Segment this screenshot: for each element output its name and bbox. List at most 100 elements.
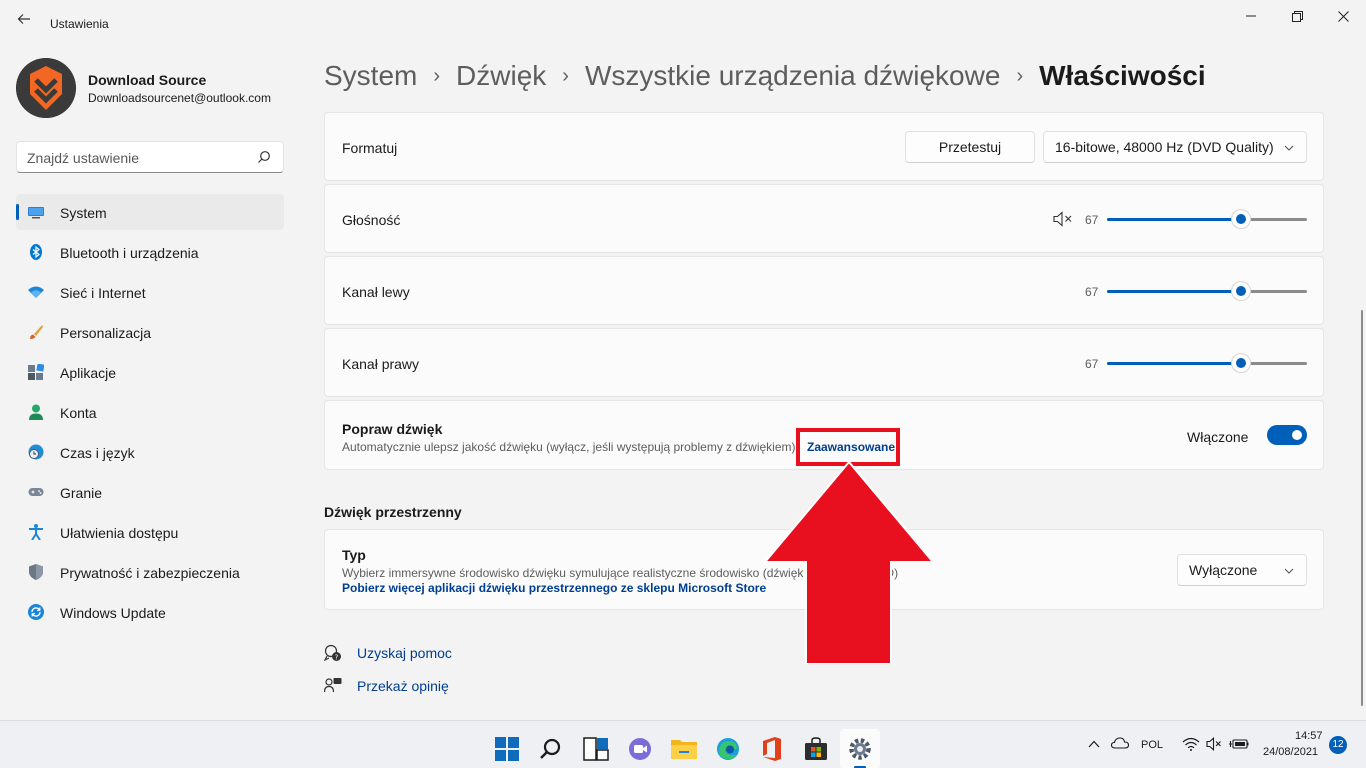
onedrive-icon[interactable] <box>1111 737 1129 749</box>
minimize-button[interactable] <box>1228 0 1274 32</box>
close-button[interactable] <box>1320 0 1366 32</box>
slider-thumb[interactable] <box>1231 281 1251 301</box>
slider-fill <box>1107 218 1241 221</box>
chat-icon <box>629 738 651 760</box>
file-explorer-button[interactable] <box>664 729 704 768</box>
user-name: Download Source <box>88 72 207 88</box>
sidebar-item-privacy[interactable]: Prywatność i zabezpieczenia <box>16 554 284 590</box>
format-dropdown-value: 16-bitowe, 48000 Hz (DVD Quality) <box>1055 139 1274 155</box>
app-title: Ustawienia <box>50 17 109 31</box>
taskbar-search-button[interactable] <box>531 729 571 768</box>
minimize-icon <box>1246 15 1256 17</box>
sidebar-item-personalization[interactable]: Personalizacja <box>16 314 284 350</box>
battery-plugged-icon[interactable] <box>1229 737 1249 751</box>
spatial-type-dropdown[interactable]: Wyłączone <box>1177 554 1307 586</box>
user-email: Downloadsourcenet@outlook.com <box>88 91 271 105</box>
bluetooth-icon <box>30 244 42 260</box>
settings-taskbar-button[interactable] <box>840 729 880 768</box>
store-link[interactable]: Pobierz więcej aplikacji dźwięku przestr… <box>342 581 766 595</box>
volume-value: 67 <box>1085 213 1099 227</box>
office-button[interactable] <box>752 729 792 768</box>
start-button[interactable] <box>487 729 527 768</box>
display-icon <box>28 207 44 219</box>
avatar[interactable] <box>16 58 76 118</box>
volume-card: Głośność 67 <box>324 184 1324 253</box>
breadcrumb-item-all-devices[interactable]: Wszystkie urządzenia dźwiękowe <box>585 60 1001 92</box>
sidebar-item-system[interactable]: System <box>16 194 284 230</box>
left-channel-card: Kanał lewy 67 <box>324 256 1324 325</box>
search-box[interactable] <box>16 141 284 173</box>
feedback-row[interactable]: Przekaż opinię <box>324 676 449 696</box>
search-icon <box>258 151 270 163</box>
sidebar-item-label: Prywatność i zabezpieczenia <box>60 565 240 581</box>
chat-button[interactable] <box>620 729 660 768</box>
enhance-description: Automatycznie ulepsz jakość dźwięku (wył… <box>342 440 796 454</box>
spatial-dropdown-value: Wyłączone <box>1189 562 1258 578</box>
sidebar-item-bluetooth[interactable]: Bluetooth i urządzenia <box>16 234 284 270</box>
volume-muted-icon[interactable] <box>1206 737 1222 751</box>
store-button[interactable] <box>796 729 836 768</box>
notification-badge[interactable]: 12 <box>1329 736 1347 754</box>
spatial-section-title: Dźwięk przestrzenny <box>324 504 462 520</box>
back-button[interactable] <box>14 12 34 32</box>
svg-text:?: ? <box>335 653 339 661</box>
sidebar-item-accessibility[interactable]: Ułatwienia dostępu <box>16 514 284 550</box>
sidebar-item-accounts[interactable]: Konta <box>16 394 284 430</box>
sidebar-item-apps[interactable]: Aplikacje <box>16 354 284 390</box>
right-channel-label: Kanał prawy <box>342 356 420 372</box>
format-label: Formatuj <box>342 140 398 156</box>
office-icon <box>763 737 781 761</box>
chevron-up-icon[interactable] <box>1088 740 1100 748</box>
clock-time[interactable]: 14:57 <box>1295 730 1323 742</box>
speaker-mute-icon[interactable] <box>1053 211 1073 227</box>
breadcrumb: System › Dźwięk › Wszystkie urządzenia d… <box>324 58 1206 94</box>
sidebar-item-gaming[interactable]: Granie <box>16 474 284 510</box>
gamepad-icon <box>28 488 44 496</box>
enhance-toggle[interactable] <box>1267 425 1307 445</box>
slider-thumb[interactable] <box>1231 209 1251 229</box>
right-channel-slider[interactable] <box>1107 353 1307 373</box>
volume-label: Głośność <box>342 212 401 228</box>
breadcrumb-item-system[interactable]: System <box>324 60 417 92</box>
breadcrumb-separator: › <box>1016 64 1024 87</box>
restore-icon <box>1291 10 1303 22</box>
sidebar-item-label: Bluetooth i urządzenia <box>60 245 199 261</box>
feedback-icon <box>324 678 342 693</box>
arrow-left-icon <box>17 14 30 24</box>
windows-start-icon <box>495 737 519 761</box>
volume-slider[interactable] <box>1107 209 1307 229</box>
sidebar-item-time-language[interactable]: Czas i język <box>16 434 284 470</box>
left-channel-slider[interactable] <box>1107 281 1307 301</box>
sidebar-item-label: Sieć i Internet <box>60 285 146 301</box>
sidebar-item-label: Ułatwienia dostępu <box>60 525 179 541</box>
language-indicator[interactable]: POL <box>1141 739 1163 751</box>
annotation-highlight-box <box>796 428 900 466</box>
wifi-status-icon[interactable] <box>1182 737 1200 751</box>
globe-clock-icon <box>28 444 44 460</box>
update-icon <box>28 604 44 620</box>
slider-fill <box>1107 362 1241 365</box>
format-card: Formatuj Przetestuj 16-bitowe, 48000 Hz … <box>324 112 1324 181</box>
get-help-row[interactable]: ? Uzyskaj pomoc <box>324 643 452 663</box>
feedback-link[interactable]: Przekaż opinię <box>357 678 449 694</box>
search-input[interactable] <box>27 148 247 168</box>
task-view-button[interactable] <box>576 729 616 768</box>
scrollbar[interactable] <box>1361 310 1363 706</box>
slider-fill <box>1107 290 1241 293</box>
maximize-button[interactable] <box>1274 0 1320 32</box>
sidebar-item-network[interactable]: Sieć i Internet <box>16 274 284 310</box>
get-help-link[interactable]: Uzyskaj pomoc <box>357 645 452 661</box>
store-icon <box>805 737 827 760</box>
breadcrumb-item-sound[interactable]: Dźwięk <box>456 60 546 92</box>
enhance-state-label: Włączone <box>1187 429 1249 445</box>
edge-button[interactable] <box>708 729 748 768</box>
sidebar-item-windows-update[interactable]: Windows Update <box>16 594 284 630</box>
test-button[interactable]: Przetestuj <box>905 131 1035 163</box>
person-icon <box>29 404 43 420</box>
slider-thumb[interactable] <box>1231 353 1251 373</box>
chevron-down-icon <box>1284 145 1294 151</box>
format-dropdown[interactable]: 16-bitowe, 48000 Hz (DVD Quality) <box>1043 131 1307 163</box>
clock-date[interactable]: 24/08/2021 <box>1263 746 1318 758</box>
sidebar-item-label: Windows Update <box>60 605 166 621</box>
task-view-icon <box>583 737 609 761</box>
